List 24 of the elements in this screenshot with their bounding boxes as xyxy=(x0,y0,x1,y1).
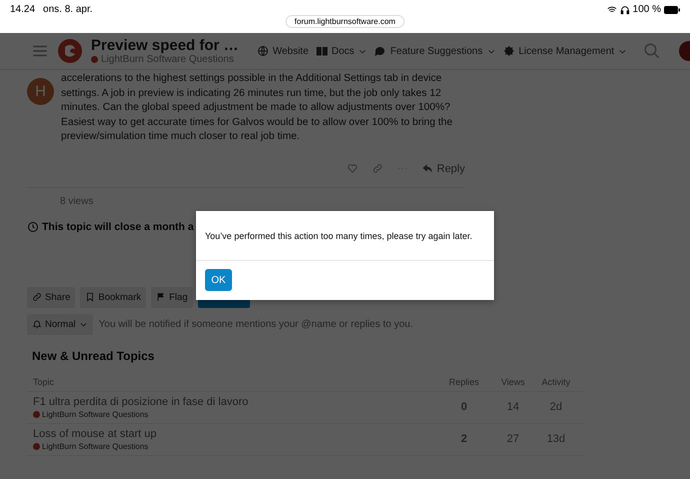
reply-button[interactable]: Reply xyxy=(422,162,465,174)
notification-dropdown[interactable]: Normal xyxy=(27,314,93,334)
topic-action-button[interactable]: Share xyxy=(27,286,76,308)
status-date: ons. 8. apr. xyxy=(43,4,93,15)
topic-title: Preview speed for … xyxy=(91,37,239,54)
dialog-message: You’ve performed this action too many times, please try again later. xyxy=(196,211,494,261)
category-link[interactable]: LightBurn Software Questions xyxy=(42,442,148,450)
status-time: 14.24 xyxy=(10,4,36,15)
topic-link[interactable]: Loss of mouse at start up xyxy=(33,428,435,440)
nav-link[interactable]: Feature Suggestions xyxy=(374,45,496,57)
topic-action-button[interactable]: Flag xyxy=(151,286,193,308)
topic-link[interactable]: F1 ultra perdita di posizione in fase di lavoro xyxy=(33,396,435,408)
user-avatar[interactable]: H xyxy=(27,78,54,105)
close-notice: This topic will close a month a xyxy=(42,220,194,232)
post-body: accelerations to the highest settings possible in the Additional Settings tab in device settings. A job in preview is indicating 26 minutes run time, but the job only takes 12 minutes. Can the global speed adjustment be made to allow adjustments over 100%? Easiest way to get accurate times for Galvos would be to allow over 100% to bring the preview/simulation time much closer to real job time. xyxy=(61,72,454,144)
category-link[interactable]: LightBurn Software Questions xyxy=(42,410,148,418)
nav-link[interactable]: Docs xyxy=(316,45,368,57)
battery-percent: 100 % xyxy=(632,4,661,15)
nav-link[interactable]: Website xyxy=(256,45,309,57)
section-heading: New & Unread Topics xyxy=(32,348,156,362)
topic-action-button[interactable]: Bookmark xyxy=(80,286,146,308)
ok-button[interactable]: OK xyxy=(205,269,232,291)
url-field[interactable]: forum.lightburnsoftware.com xyxy=(286,15,404,28)
nav-link[interactable]: License Management xyxy=(502,45,628,57)
